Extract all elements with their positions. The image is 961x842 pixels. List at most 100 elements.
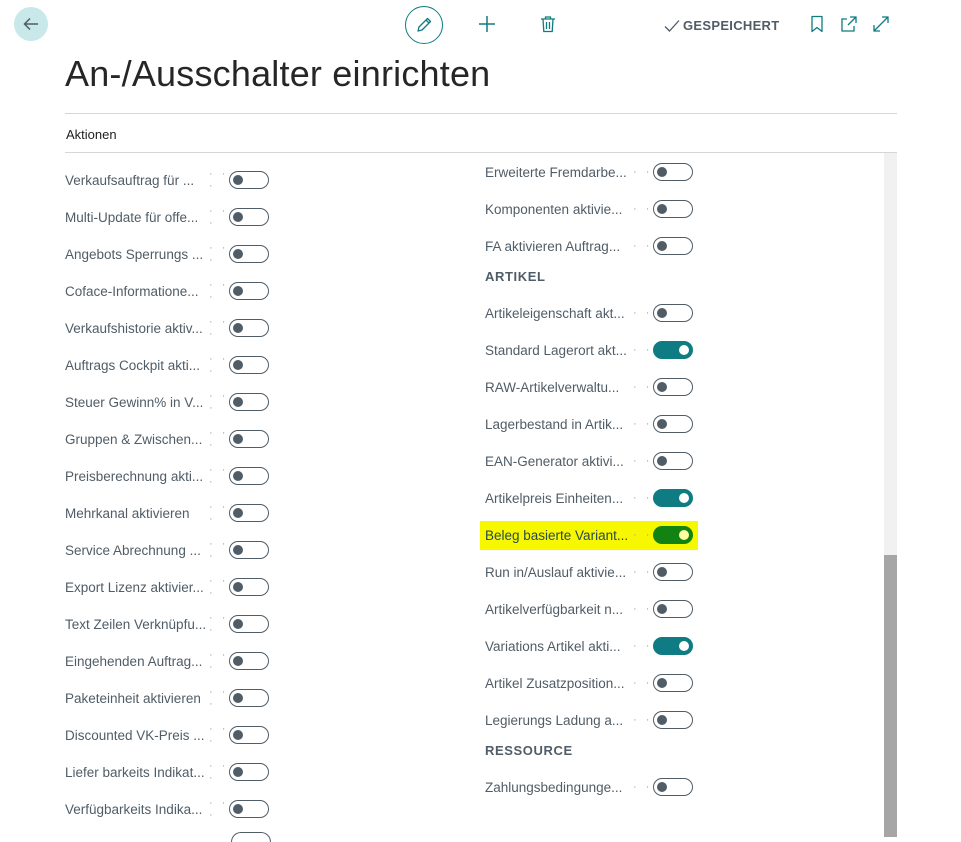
dots: · · xyxy=(633,418,653,430)
setting-toggle[interactable] xyxy=(653,637,693,655)
open-new-window-button[interactable] xyxy=(835,10,863,38)
setting-label: Eingehenden Auftrag... xyxy=(65,653,203,669)
setting-row: Multi-Update für offe... · · · xyxy=(65,205,269,229)
bookmark-button[interactable] xyxy=(803,10,831,38)
setting-toggle[interactable] xyxy=(653,526,693,544)
setting-toggle[interactable] xyxy=(653,778,693,796)
setting-toggle[interactable] xyxy=(229,356,269,374)
setting-toggle[interactable] xyxy=(653,415,693,433)
setting-toggle-partial[interactable] xyxy=(231,832,271,842)
setting-toggle[interactable] xyxy=(229,245,269,263)
setting-label: Coface-Informatione... xyxy=(65,283,199,299)
page-title: An-/Ausschalter einrichten xyxy=(65,53,491,94)
setting-row: Steuer Gewinn% in V... · · · xyxy=(65,390,269,414)
setting-label: Komponenten aktivie... xyxy=(485,201,623,217)
setting-toggle[interactable] xyxy=(229,726,269,744)
setting-row: Artikelpreis Einheiten... · · xyxy=(485,486,693,510)
setting-row: Standard Lagerort akt... · · xyxy=(485,338,693,362)
setting-label: Lagerbestand in Artik... xyxy=(485,416,624,432)
setting-toggle[interactable] xyxy=(653,304,693,322)
delete-button[interactable] xyxy=(534,10,562,38)
setting-toggle[interactable] xyxy=(229,800,269,818)
setting-label: Run in/Auslauf aktivie... xyxy=(485,564,627,580)
setting-row: Komponenten aktivie... · · xyxy=(485,197,693,221)
setting-toggle[interactable] xyxy=(229,504,269,522)
setting-row: Artikeleigenschaft akt... · · xyxy=(485,301,693,325)
dots: · · · xyxy=(209,575,229,599)
back-button[interactable] xyxy=(14,7,48,41)
setting-toggle[interactable] xyxy=(229,208,269,226)
section-heading-ressource: RESSOURCE xyxy=(485,743,573,758)
setting-toggle[interactable] xyxy=(229,171,269,189)
edit-button[interactable] xyxy=(405,6,443,44)
setting-toggle[interactable] xyxy=(229,578,269,596)
setting-row: Paketeinheit aktivieren · · · xyxy=(65,686,269,710)
actions-menu[interactable]: Aktionen xyxy=(66,127,117,142)
dots: · · · xyxy=(209,797,229,821)
new-button[interactable] xyxy=(473,10,501,38)
setting-label: Angebots Sperrungs ... xyxy=(65,246,204,262)
setting-toggle[interactable] xyxy=(229,430,269,448)
setting-label: Export Lizenz aktivier... xyxy=(65,579,204,595)
setting-row: Erweiterte Fremdarbe... · · xyxy=(485,160,693,184)
setting-label: Liefer barkeits Indikat... xyxy=(65,764,205,780)
setting-label: Legierungs Ladung a... xyxy=(485,712,624,728)
setting-row: Auftrags Cockpit akti... · · · xyxy=(65,353,269,377)
setting-row: Variations Artikel akti... · · xyxy=(485,634,693,658)
setting-toggle[interactable] xyxy=(229,282,269,300)
check-icon xyxy=(664,19,680,32)
dots: · · xyxy=(633,566,653,578)
dots: · · · xyxy=(209,316,229,340)
dots: · · · xyxy=(209,279,229,303)
scrollbar-thumb[interactable] xyxy=(884,555,897,837)
setting-toggle[interactable] xyxy=(229,652,269,670)
setting-row: Mehrkanal aktivieren · · · xyxy=(65,501,269,525)
setting-label: Discounted VK-Preis ... xyxy=(65,727,205,743)
setting-row: Service Abrechnung ... · · · xyxy=(65,538,269,562)
setting-toggle[interactable] xyxy=(653,563,693,581)
setting-toggle[interactable] xyxy=(653,452,693,470)
setting-label: Beleg basierte Variant... xyxy=(485,527,629,543)
setting-toggle[interactable] xyxy=(229,689,269,707)
setting-toggle[interactable] xyxy=(229,615,269,633)
setting-toggle[interactable] xyxy=(229,467,269,485)
dots: · · xyxy=(633,529,653,541)
setting-toggle[interactable] xyxy=(229,319,269,337)
setting-label: Variations Artikel akti... xyxy=(485,638,621,654)
dots: · · xyxy=(633,307,653,319)
setting-label: Gruppen & Zwischen... xyxy=(65,431,203,447)
setting-toggle[interactable] xyxy=(653,237,693,255)
setting-toggle[interactable] xyxy=(653,711,693,729)
setting-label: Verkaufshistorie aktiv... xyxy=(65,320,203,336)
setting-label: Steuer Gewinn% in V... xyxy=(65,394,204,410)
setting-row: Zahlungsbedingunge... · · xyxy=(485,775,693,799)
setting-label: Auftrags Cockpit akti... xyxy=(65,357,201,373)
setting-toggle[interactable] xyxy=(653,674,693,692)
dots: · · xyxy=(633,455,653,467)
setting-toggle[interactable] xyxy=(653,600,693,618)
dots: · · xyxy=(633,203,653,215)
setting-row: Export Lizenz aktivier... · · · xyxy=(65,575,269,599)
setting-label: Mehrkanal aktivieren xyxy=(65,505,190,521)
setting-row: Coface-Informatione... · · · xyxy=(65,279,269,303)
dots: · · · xyxy=(209,168,229,192)
dots: · · xyxy=(633,677,653,689)
setting-label: Standard Lagerort akt... xyxy=(485,342,627,358)
setting-row: Beleg basierte Variant... · · xyxy=(485,523,693,547)
setting-toggle[interactable] xyxy=(653,200,693,218)
dots: · · · xyxy=(209,760,229,784)
setting-toggle[interactable] xyxy=(653,341,693,359)
setting-toggle[interactable] xyxy=(653,489,693,507)
setting-toggle[interactable] xyxy=(229,763,269,781)
dots: · · xyxy=(633,166,653,178)
expand-button[interactable] xyxy=(867,10,895,38)
dots: · · xyxy=(633,603,653,615)
setting-toggle[interactable] xyxy=(653,378,693,396)
trash-icon xyxy=(541,16,555,33)
setting-toggle[interactable] xyxy=(653,163,693,181)
open-new-window-icon xyxy=(841,16,857,32)
setting-row: Discounted VK-Preis ... · · · xyxy=(65,723,269,747)
setting-toggle[interactable] xyxy=(229,541,269,559)
setting-toggle[interactable] xyxy=(229,393,269,411)
dots: · · · xyxy=(209,390,229,414)
